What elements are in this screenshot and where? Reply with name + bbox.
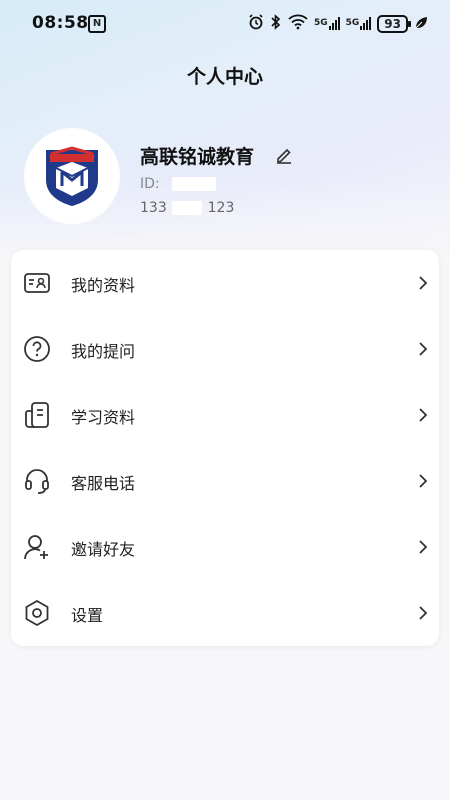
phone-suffix: 123: [207, 200, 235, 216]
id-card-icon: [23, 269, 51, 297]
question-icon: [23, 335, 51, 363]
menu-item-study-materials[interactable]: 学习资料: [11, 382, 439, 448]
profile-id: ID:: [140, 176, 217, 192]
headset-icon: [23, 467, 51, 495]
menu-item-invite-friends[interactable]: 邀请好友: [11, 514, 439, 580]
menu-item-label: 学习资料: [71, 408, 136, 427]
chevron-right-icon: [415, 604, 429, 622]
avatar[interactable]: [24, 128, 120, 224]
menu-item-label: 邀请好友: [71, 540, 136, 559]
chevron-right-icon: [415, 340, 429, 358]
chevron-right-icon: [415, 274, 429, 292]
chevron-right-icon: [415, 472, 429, 490]
status-icons: 5G 5G 93: [248, 14, 428, 34]
menu-item-settings[interactable]: 设置: [11, 580, 439, 646]
battery-icon: 93: [377, 15, 411, 33]
phone-prefix: 133: [140, 200, 167, 216]
redacted-phone: [172, 201, 203, 215]
id-label: ID:: [140, 176, 160, 192]
leaf-icon: [414, 15, 428, 34]
menu-item-my-profile[interactable]: 我的资料: [11, 250, 439, 316]
menu-item-customer-service[interactable]: 客服电话: [11, 448, 439, 514]
nfc-icon: N: [88, 15, 106, 33]
menu-item-label: 设置: [71, 606, 104, 625]
status-time: 08:58: [32, 13, 89, 33]
menu-card: 我的资料 我的提问 学习资料 客服电话 邀请好友 设置: [11, 250, 439, 646]
profile-phone: 133 123: [140, 200, 234, 216]
alarm-icon: [248, 14, 264, 34]
add-user-icon: [23, 533, 51, 561]
menu-item-label: 我的提问: [71, 342, 136, 361]
wifi-icon: [288, 14, 308, 34]
redacted-id: [172, 177, 217, 191]
profile-name: 高联铭诚教育: [140, 146, 255, 168]
menu-item-label: 客服电话: [71, 474, 136, 493]
document-icon: [23, 401, 51, 429]
edit-icon[interactable]: [274, 145, 294, 165]
settings-hexagon-icon: [23, 599, 51, 627]
bluetooth-icon: [270, 14, 282, 34]
status-bar: 08:58 N 5G 5G 93: [0, 0, 450, 48]
chevron-right-icon: [415, 406, 429, 424]
menu-item-my-questions[interactable]: 我的提问: [11, 316, 439, 382]
cellular-signal-1-icon: 5G: [314, 15, 340, 34]
page-title: 个人中心: [186, 66, 263, 88]
cellular-signal-2-icon: 5G: [346, 15, 372, 34]
menu-item-label: 我的资料: [71, 276, 136, 295]
chevron-right-icon: [415, 538, 429, 556]
school-logo: [46, 146, 98, 206]
